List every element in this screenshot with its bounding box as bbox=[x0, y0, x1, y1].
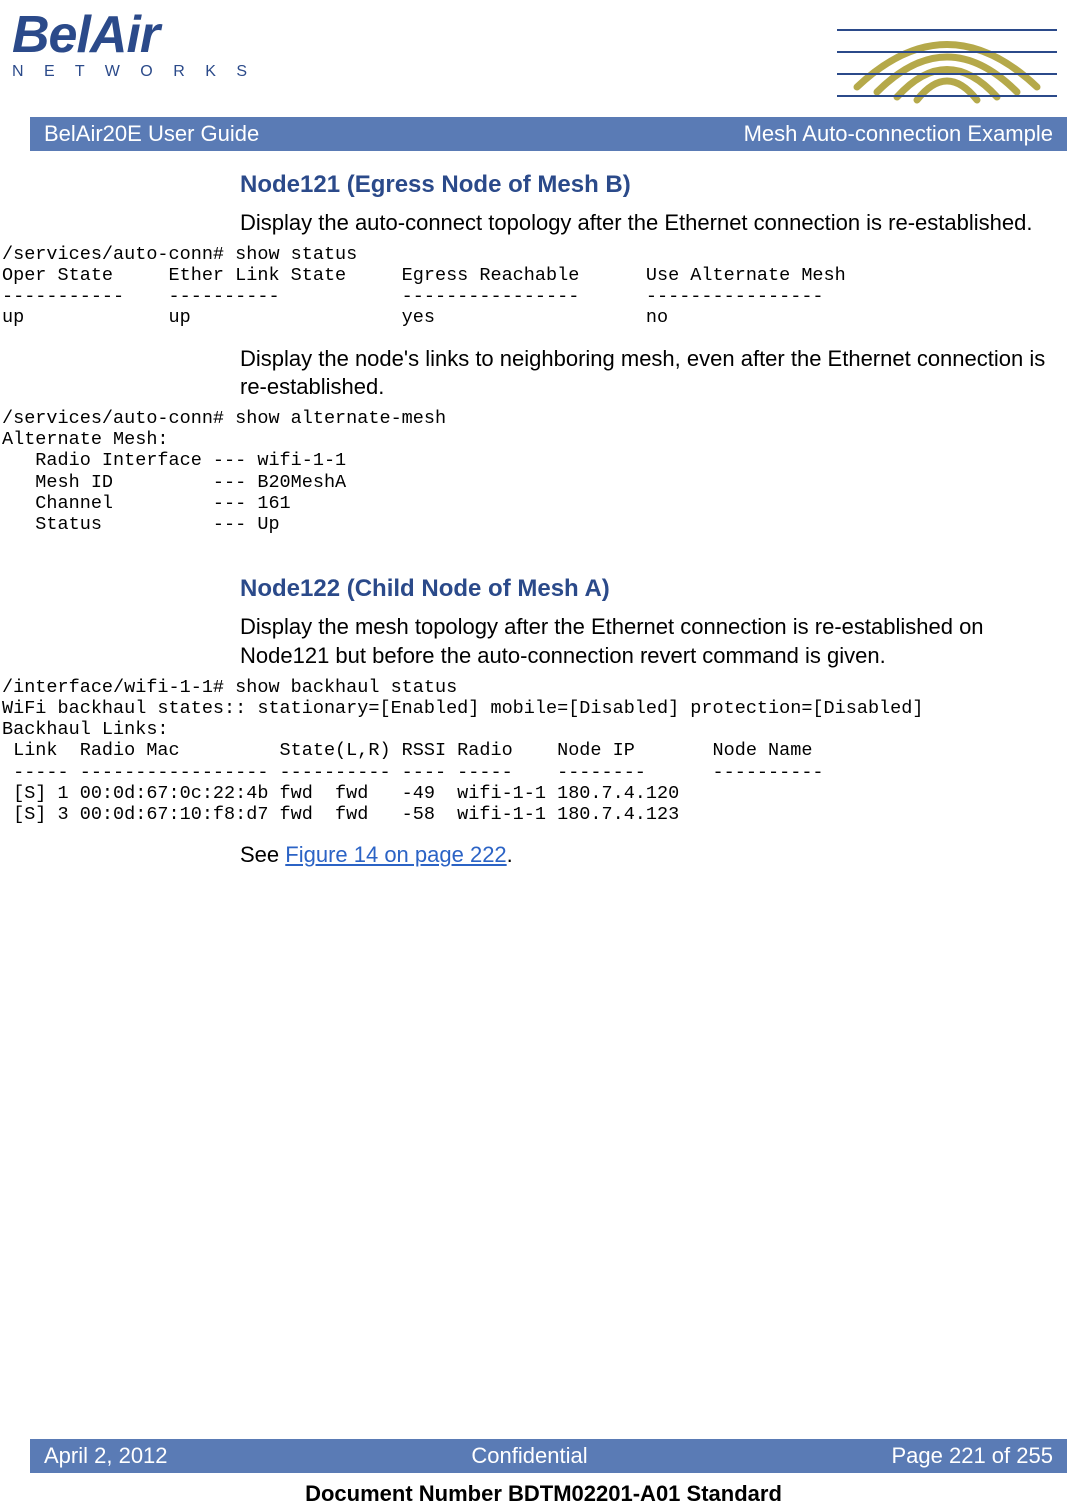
banner-right: Mesh Auto-connection Example bbox=[744, 121, 1053, 147]
banner-left: BelAir20E User Guide bbox=[44, 121, 259, 147]
body-text: Display the mesh topology after the Ethe… bbox=[240, 613, 1047, 670]
title-banner: BelAir20E User Guide Mesh Auto-connectio… bbox=[30, 117, 1067, 151]
footer-date: April 2, 2012 bbox=[44, 1443, 168, 1469]
footer-banner: April 2, 2012 Confidential Page 221 of 2… bbox=[30, 1439, 1067, 1473]
logo-title: BelAir bbox=[12, 12, 255, 59]
footer-page: Page 221 of 255 bbox=[892, 1443, 1053, 1469]
page-content: Node121 (Egress Node of Mesh B) Display … bbox=[0, 151, 1087, 870]
section-heading-node122: Node122 (Child Node of Mesh A) bbox=[240, 575, 1087, 603]
see-suffix: . bbox=[507, 842, 513, 867]
body-text: Display the node's links to neighboring … bbox=[240, 345, 1047, 402]
document-number: Document Number BDTM02201-A01 Standard bbox=[0, 1481, 1087, 1507]
body-text: Display the auto-connect topology after … bbox=[240, 209, 1047, 238]
wireless-arc-icon bbox=[827, 12, 1067, 107]
logo-block: BelAir N E T W O R K S bbox=[12, 12, 255, 81]
logo-subtitle: N E T W O R K S bbox=[12, 63, 255, 81]
figure-link[interactable]: Figure 14 on page 222 bbox=[285, 842, 506, 867]
console-output: /services/auto-conn# show alternate-mesh… bbox=[2, 408, 1087, 536]
footer-confidential: Confidential bbox=[471, 1443, 587, 1469]
console-output: /interface/wifi-1-1# show backhaul statu… bbox=[2, 677, 1087, 826]
page-header: BelAir N E T W O R K S bbox=[0, 0, 1087, 107]
section-heading-node121: Node121 (Egress Node of Mesh B) bbox=[240, 171, 1087, 199]
console-output: /services/auto-conn# show status Oper St… bbox=[2, 244, 1087, 329]
see-prefix: See bbox=[240, 842, 285, 867]
see-reference-line: See Figure 14 on page 222. bbox=[240, 841, 1047, 870]
